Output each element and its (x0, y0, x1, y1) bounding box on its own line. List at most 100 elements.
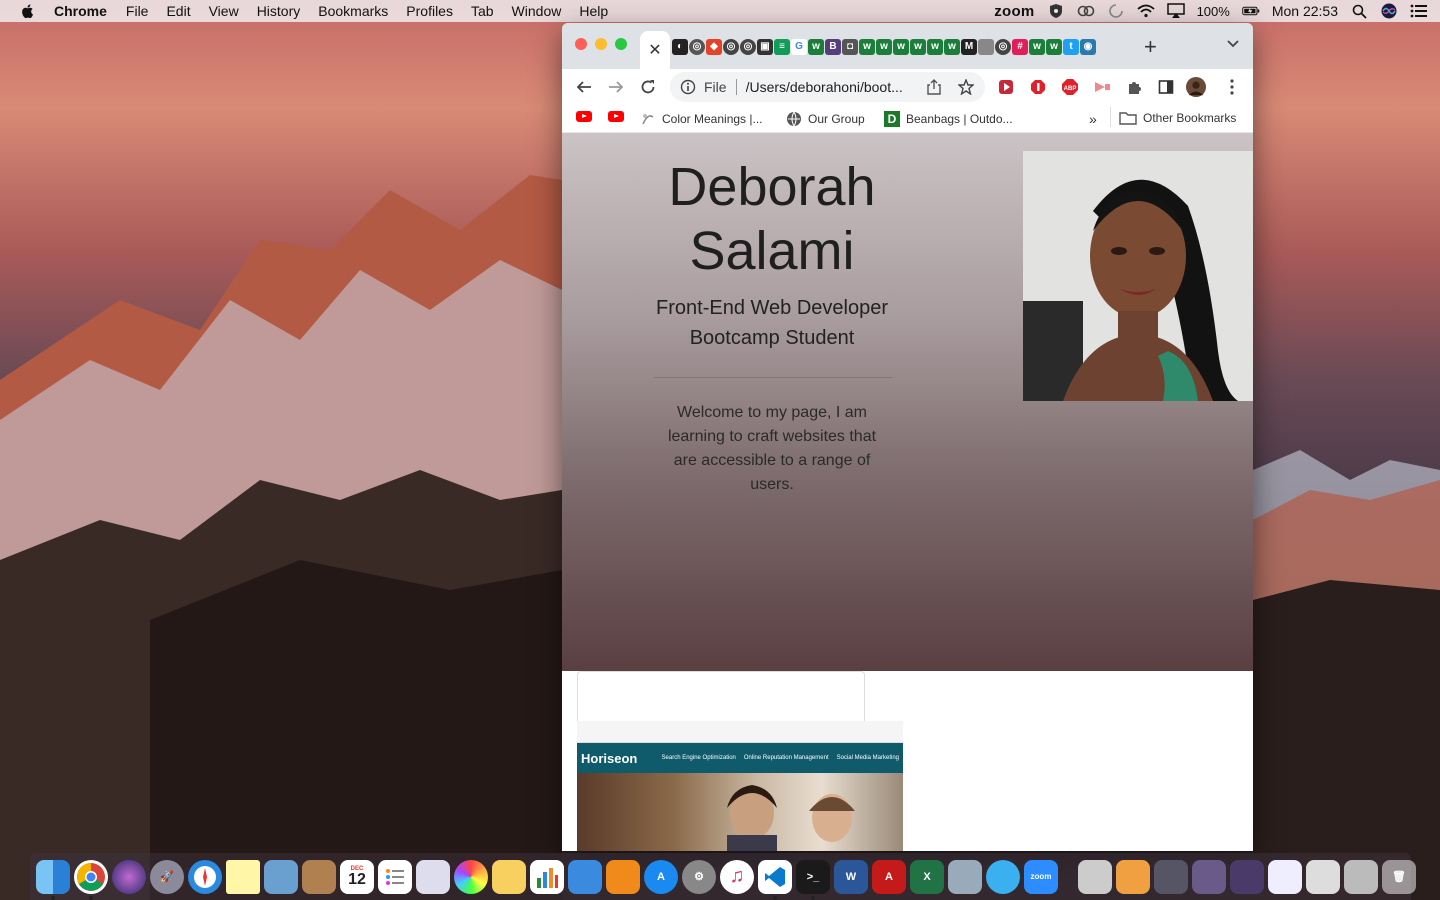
globe-tab-icon[interactable]: ◎ (740, 39, 756, 55)
gitlab-tab-icon[interactable]: ◆ (706, 39, 722, 55)
active-tab[interactable]: ✕ (640, 31, 670, 69)
creative-cloud-icon[interactable] (1077, 3, 1095, 19)
sheets-tab-icon[interactable]: ≡ (774, 39, 790, 55)
preview-icon[interactable] (264, 859, 298, 894)
w-tab-icon[interactable]: w (910, 39, 926, 55)
abp-icon[interactable]: ABP (1060, 77, 1080, 97)
books-icon[interactable] (606, 859, 640, 894)
minimized-window-icon[interactable] (1116, 859, 1150, 894)
bootstrap-tab-icon[interactable]: B (825, 39, 841, 55)
numbers-chart-icon[interactable] (530, 859, 564, 894)
battery-charging-icon[interactable] (1242, 3, 1260, 19)
profile-avatar[interactable] (1186, 77, 1206, 97)
calendar-icon[interactable]: DEC 12 (340, 859, 374, 894)
word-icon[interactable]: W (834, 859, 868, 894)
video-extension-icon[interactable] (1092, 77, 1112, 97)
minimized-window-icon[interactable] (1268, 859, 1302, 894)
extensions-puzzle-icon[interactable] (1124, 77, 1144, 97)
contacts-icon[interactable] (302, 859, 336, 894)
github-tab-icon[interactable]: ◐ (672, 39, 688, 55)
menu-bar-clock[interactable]: Mon 22:53 (1272, 3, 1338, 19)
url-text[interactable]: /Users/deborahoni/boot... (746, 79, 903, 95)
chrome-icon[interactable] (74, 859, 108, 900)
menu-tab[interactable]: Tab (471, 3, 494, 19)
shield-tab-icon[interactable]: ◘ (842, 39, 858, 55)
w-tab-icon[interactable]: w (859, 39, 875, 55)
bookmark-our-group[interactable]: Our Group (786, 111, 865, 127)
menu-edit[interactable]: Edit (166, 3, 190, 19)
globe-tab-icon[interactable]: ◎ (995, 39, 1011, 55)
bookmark-color-meanings[interactable]: Color Meanings |... (640, 111, 763, 127)
minimized-window-icon[interactable] (1078, 859, 1112, 894)
terminal-icon[interactable]: >_ (796, 859, 830, 900)
trash-icon[interactable]: 🗑 (1382, 859, 1416, 894)
w-tab-icon[interactable]: w (893, 39, 909, 55)
image-capture-icon[interactable] (416, 859, 450, 894)
bookmark-youtube-2[interactable] (608, 111, 624, 122)
system-preferences-gear-icon[interactable]: ⚙ (682, 859, 716, 894)
project-preview-image[interactable]: Horiseon Search Engine Optimization Onli… (577, 721, 903, 851)
finder-icon[interactable] (36, 859, 70, 900)
fullscreen-window-button[interactable] (615, 38, 627, 50)
adblock-hand-icon[interactable] (1028, 77, 1048, 97)
app-menu-chrome[interactable]: Chrome (54, 3, 107, 19)
chrome-menu-icon[interactable] (1222, 77, 1242, 97)
menu-bookmarks[interactable]: Bookmarks (318, 3, 388, 19)
w-tab-icon[interactable]: w (876, 39, 892, 55)
tab-search-chevron-icon[interactable] (1227, 37, 1239, 51)
w-tab-icon[interactable]: w (1046, 39, 1062, 55)
minimized-window-icon[interactable] (1230, 859, 1264, 894)
minimized-window-icon[interactable] (1344, 859, 1378, 894)
forward-arrow-icon[interactable] (606, 77, 626, 97)
apple-tab-icon[interactable] (978, 39, 994, 55)
app-store-icon[interactable]: A (644, 859, 678, 894)
menu-help[interactable]: Help (579, 3, 608, 19)
minimize-window-button[interactable] (595, 38, 607, 50)
w-tab-icon[interactable]: w (808, 39, 824, 55)
minimized-window-icon[interactable] (1306, 859, 1340, 894)
reload-icon[interactable] (638, 77, 658, 97)
bookmark-youtube-1[interactable] (576, 111, 592, 122)
vscode-icon[interactable] (758, 859, 792, 900)
preview-app-icon[interactable] (948, 859, 982, 894)
menu-window[interactable]: Window (512, 3, 562, 19)
terminal-tab-icon[interactable]: ▣ (757, 39, 773, 55)
w-tab-icon[interactable]: w (1029, 39, 1045, 55)
w-tab-icon[interactable]: w (927, 39, 943, 55)
w-tab-icon[interactable]: w (944, 39, 960, 55)
reminders-icon[interactable] (378, 859, 412, 894)
spotlight-search-icon[interactable] (1350, 3, 1368, 19)
keynote-icon[interactable] (568, 859, 602, 894)
apple-logo-icon[interactable] (20, 3, 36, 19)
acrobat-icon[interactable]: A (872, 859, 906, 894)
messages-icon[interactable] (986, 859, 1020, 894)
close-tab-icon[interactable]: ✕ (648, 40, 661, 60)
globe-tab-icon[interactable]: ◎ (723, 39, 739, 55)
pages-icon[interactable] (492, 859, 526, 894)
zoom-app-icon[interactable]: zoom (1024, 859, 1058, 894)
twitter-tab-icon[interactable]: t (1063, 39, 1079, 55)
menu-file[interactable]: File (126, 3, 149, 19)
extension-red-icon[interactable] (996, 77, 1016, 97)
itunes-music-icon[interactable]: ♫ (720, 859, 754, 894)
siri-icon[interactable] (112, 859, 146, 894)
minimized-window-icon[interactable] (1192, 859, 1226, 894)
site-tab-icon[interactable]: ◉ (1080, 39, 1096, 55)
sync-spinner-icon[interactable] (1107, 3, 1125, 19)
other-bookmarks-folder[interactable]: Other Bookmarks (1119, 111, 1236, 125)
excel-icon[interactable]: X (910, 859, 944, 894)
wifi-icon[interactable] (1136, 3, 1155, 19)
siri-icon[interactable] (1380, 3, 1398, 19)
notes-icon[interactable] (226, 859, 260, 894)
menu-profiles[interactable]: Profiles (406, 3, 453, 19)
launchpad-rocket-icon[interactable]: 🚀 (150, 859, 184, 894)
bookmark-beanbags[interactable]: D Beanbags | Outdo... (884, 111, 1013, 127)
medium-tab-icon[interactable]: M (961, 39, 977, 55)
close-window-button[interactable] (575, 38, 587, 50)
shield-icon[interactable] (1047, 3, 1065, 19)
menu-history[interactable]: History (257, 3, 301, 19)
bookmark-star-icon[interactable] (956, 77, 976, 97)
zoom-menu-extra[interactable]: zoom (994, 3, 1034, 20)
menu-view[interactable]: View (209, 3, 239, 19)
side-panel-icon[interactable] (1156, 77, 1176, 97)
